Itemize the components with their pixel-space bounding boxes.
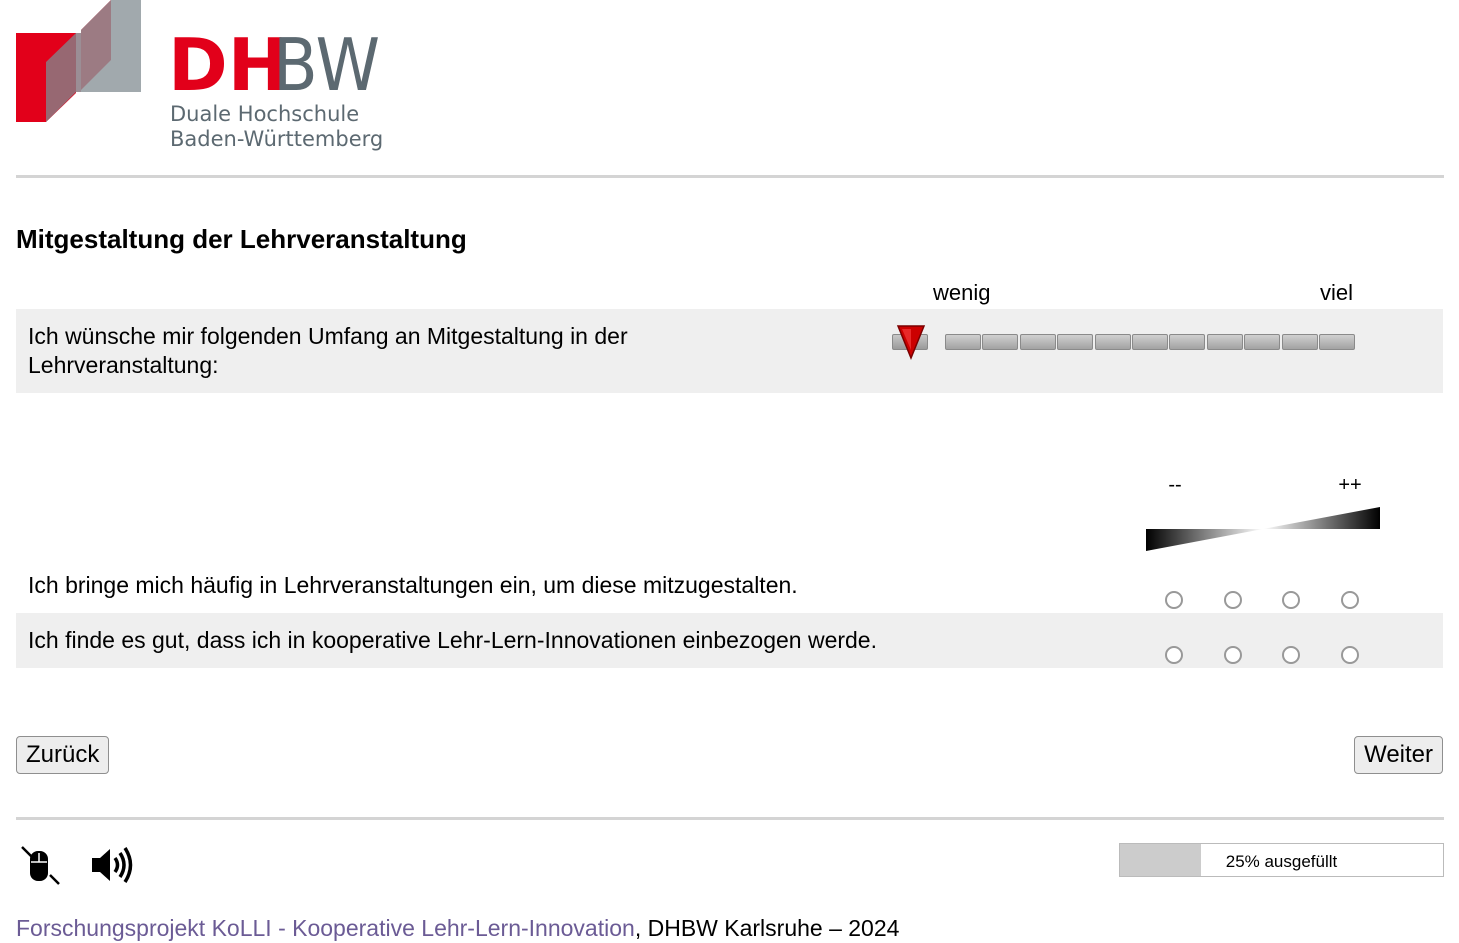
footer-divider [16, 817, 1444, 820]
back-button[interactable]: Zurück [16, 736, 110, 774]
matrix-row: Ich bringe mich häufig in Lehrveranstalt… [16, 558, 1443, 613]
radio-option-3[interactable] [1282, 591, 1300, 609]
page-title: Mitgestaltung der Lehrveranstaltung [16, 224, 467, 254]
scale-segment-9[interactable] [1244, 334, 1281, 350]
logo-line-1: Duale Hochschule [170, 102, 359, 126]
project-link[interactable]: Forschungsprojekt KoLLI - Kooperative Le… [16, 915, 635, 941]
header-divider [16, 175, 1444, 178]
footer: Forschungsprojekt KoLLI - Kooperative Le… [16, 915, 899, 942]
logo-wordmark-bw: BW [273, 23, 380, 107]
radio-option-3[interactable] [1282, 646, 1300, 664]
logo-gray-block [81, 0, 141, 92]
radio-option-4[interactable] [1341, 646, 1359, 664]
scale-segment-2[interactable] [982, 334, 1019, 350]
radio-option-1[interactable] [1165, 591, 1183, 609]
progress-bar: 25% ausgefüllt [1119, 843, 1444, 877]
scale-segment-3[interactable] [1019, 334, 1056, 350]
radio-option-2[interactable] [1224, 646, 1242, 664]
dhbw-logo: DH BW Duale Hochschule Baden-Württemberg [16, 0, 383, 151]
radio-option-2[interactable] [1224, 591, 1242, 609]
scale-segment-8[interactable] [1206, 334, 1243, 350]
scale-label-high: viel [1320, 280, 1354, 305]
scale-segment-1[interactable] [945, 334, 981, 350]
scale-segment-11[interactable] [1319, 334, 1355, 350]
agreement-gradient-icon [1146, 507, 1380, 551]
scale-label-low: wenig [933, 280, 991, 305]
radio-option-1[interactable] [1165, 646, 1183, 664]
scale-marker-icon[interactable] [896, 324, 926, 360]
scale-segment-4[interactable] [1057, 334, 1094, 350]
logo-line-2: Baden-Württemberg [170, 127, 383, 151]
scale-segment-10[interactable] [1281, 334, 1318, 350]
matrix-col-high: ++ [1338, 474, 1362, 496]
progress-text: 25% ausgefüllt [1225, 852, 1338, 871]
matrix-row: Ich finde es gut, dass ich in kooperativ… [16, 613, 1443, 668]
footer-suffix: , DHBW Karlsruhe – 2024 [634, 915, 900, 941]
scale-question-text: Ich wünsche mir folgenden Umfang an Mitg… [28, 323, 628, 378]
scale-segment-6[interactable] [1132, 334, 1168, 350]
scale-segment-5[interactable] [1094, 334, 1131, 350]
logo-wordmark-dh: DH [168, 23, 288, 107]
matrix-row-text: Ich finde es gut, dass ich in kooperativ… [28, 627, 877, 653]
mouse-cursor-icon[interactable] [20, 845, 62, 887]
next-button[interactable]: Weiter [1354, 736, 1443, 774]
radio-option-4[interactable] [1341, 591, 1359, 609]
matrix-row-text: Ich bringe mich häufig in Lehrveranstalt… [28, 572, 798, 598]
speaker-icon[interactable] [90, 844, 136, 886]
scale-question-row: Ich wünsche mir folgenden Umfang an Mitg… [16, 309, 1443, 393]
scale-segment-7[interactable] [1169, 334, 1206, 350]
matrix-col-low: -- [1168, 474, 1182, 496]
